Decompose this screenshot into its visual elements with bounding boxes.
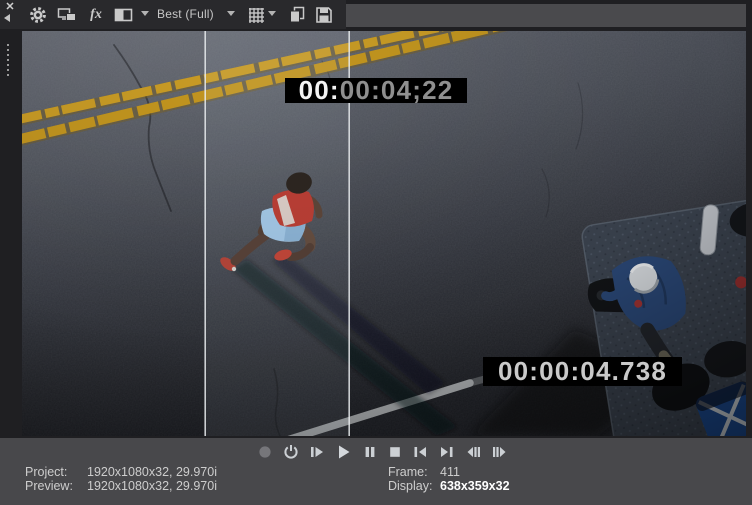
- play-from-start-button[interactable]: [310, 442, 325, 462]
- grid-overlay-icon[interactable]: [244, 3, 268, 27]
- split-screen-dropdown-icon[interactable]: [141, 11, 149, 16]
- play-button[interactable]: [336, 442, 352, 462]
- split-line-left: [204, 31, 206, 436]
- project-label: Project:: [25, 465, 68, 479]
- frame-value: 411: [440, 465, 460, 479]
- gear-icon[interactable]: [26, 3, 50, 27]
- frame-label: Frame:: [388, 465, 428, 479]
- copy-snapshot-icon[interactable]: [285, 3, 309, 27]
- dock-grip-handle[interactable]: [7, 44, 9, 76]
- project-value: 1920x1080x32, 29.970i: [87, 465, 217, 479]
- timecode-dim-part: 00:04;22: [339, 75, 454, 105]
- project-status-row: Project: 1920x1080x32, 29.970i: [25, 465, 217, 479]
- toolbar-empty-area: [346, 4, 746, 27]
- stop-button[interactable]: [388, 442, 402, 462]
- video-preview-area[interactable]: 00: 00:04;22 00:00:04.738: [22, 31, 746, 436]
- timecode-bright-part: 00:: [298, 75, 340, 105]
- video-fx-icon[interactable]: fx: [84, 3, 108, 27]
- loop-playback-button[interactable]: [283, 442, 299, 462]
- close-icon[interactable]: ✕: [3, 1, 17, 14]
- previous-frame-button[interactable]: [465, 442, 481, 462]
- undock-arrow-icon[interactable]: [4, 14, 10, 22]
- video-preview-window: ✕ fx Best (Full) 00: 00:04;22 00:00:04.7…: [0, 0, 752, 505]
- transport-controls: [0, 438, 752, 465]
- preview-quality-selector[interactable]: Best (Full): [157, 0, 214, 29]
- next-frame-button[interactable]: [492, 442, 508, 462]
- timecode-cursor-overlay: 00:00:04.738: [483, 356, 682, 386]
- external-monitor-icon[interactable]: [55, 3, 79, 27]
- preview-label: Preview:: [25, 479, 73, 493]
- save-snapshot-icon[interactable]: [312, 3, 336, 27]
- go-to-start-button[interactable]: [413, 442, 428, 462]
- split-screen-icon[interactable]: [112, 3, 136, 27]
- preview-toolbar: ✕ fx Best (Full): [0, 0, 346, 29]
- display-label: Display:: [388, 479, 433, 493]
- preview-status-row: Preview: 1920x1080x32, 29.970i: [25, 479, 217, 493]
- record-button[interactable]: [258, 442, 272, 462]
- timecode-overlay: 00: 00:04;22: [285, 75, 467, 105]
- bottom-panel: Project: 1920x1080x32, 29.970i Preview: 19…: [0, 438, 752, 505]
- frame-status-row: Frame: 411: [388, 465, 510, 479]
- go-to-end-button[interactable]: [439, 442, 454, 462]
- pause-button[interactable]: [363, 442, 377, 462]
- display-status-row: Display: 638x359x32: [388, 479, 510, 493]
- quality-dropdown-icon[interactable]: [227, 11, 235, 16]
- display-value: 638x359x32: [440, 479, 510, 493]
- grid-dropdown-icon[interactable]: [268, 11, 276, 16]
- preview-value: 1920x1080x32, 29.970i: [87, 479, 217, 493]
